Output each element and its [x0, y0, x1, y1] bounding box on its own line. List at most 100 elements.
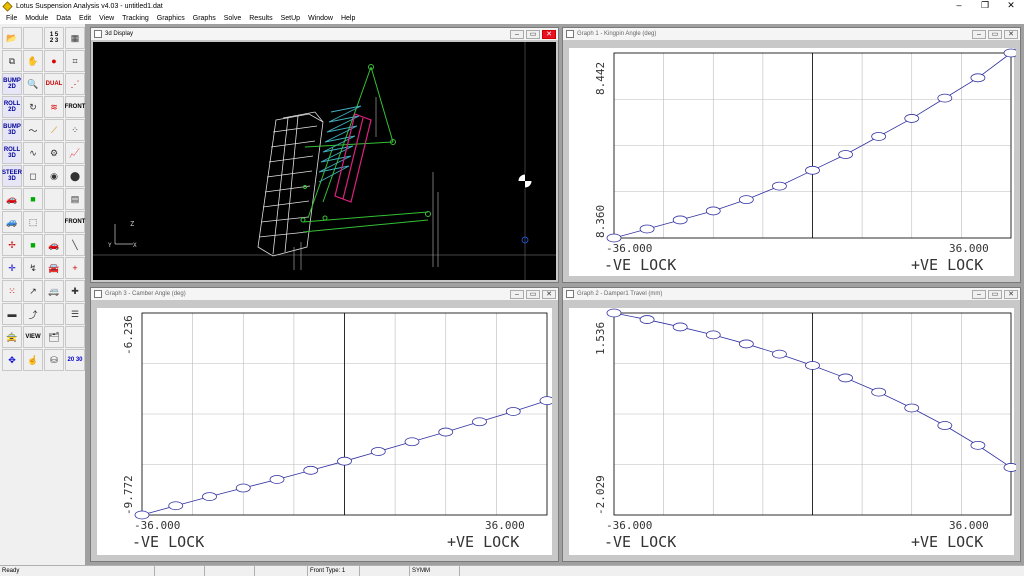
front-view-button[interactable]: FRONT [65, 96, 85, 118]
front-car-button[interactable]: FRONT [65, 211, 85, 233]
steer-3d-button[interactable]: STEER 3D [2, 165, 22, 187]
car-front-icon[interactable]: 🚖 [2, 326, 22, 348]
menu-results[interactable]: Results [245, 15, 276, 22]
data-point [672, 215, 688, 225]
menu-graphs[interactable]: Graphs [189, 15, 220, 22]
blank-tool[interactable] [23, 27, 43, 49]
outline-cube-icon[interactable]: ⬚ [23, 211, 43, 233]
bump-3d-button[interactable]: BUMP 3D [2, 119, 22, 141]
tank-icon[interactable]: ▬ [2, 303, 22, 325]
menu-view[interactable]: View [95, 15, 118, 22]
child-close-button[interactable]: ✕ [542, 29, 556, 39]
close-button[interactable]: ✕ [998, 0, 1024, 12]
cube-icon[interactable]: ◻ [23, 165, 43, 187]
display-3d-window[interactable]: 3d Display – ▭ ✕ Z Y X [90, 27, 559, 283]
graph-2-window[interactable]: Graph 2 - Damper1 Travel (mm) – ▭ ✕ -36.… [562, 287, 1021, 562]
view-2030-button[interactable]: 20 30 [65, 349, 85, 371]
scatter-icon[interactable]: ⁘ [65, 119, 85, 141]
view-button[interactable]: VIEW [23, 326, 43, 348]
menu-data[interactable]: Data [52, 15, 75, 22]
menu-help[interactable]: Help [337, 15, 359, 22]
menu-module[interactable]: Module [21, 15, 52, 22]
report-icon[interactable]: ☰ [65, 303, 85, 325]
bump-2d-button[interactable]: BUMP 2D [2, 73, 22, 95]
wheel-icon[interactable]: ⚙ [44, 142, 64, 164]
arrows-icon[interactable]: ↯ [23, 257, 43, 279]
move-arrows-icon[interactable]: ✥ [2, 349, 22, 371]
menu-tracking[interactable]: Tracking [118, 15, 153, 22]
damper-icon[interactable]: ⟋ [44, 119, 64, 141]
chart-icon[interactable]: 📈 [65, 142, 85, 164]
child-maximize-button[interactable]: ▭ [526, 29, 540, 39]
data-point [937, 93, 953, 103]
display-3d-canvas[interactable]: Z Y X [93, 42, 556, 280]
grid-image-icon[interactable]: ▦ [65, 27, 85, 49]
menu-window[interactable]: Window [304, 15, 337, 22]
arrow-z-icon[interactable]: ↗ [23, 280, 43, 302]
hand-point-icon[interactable]: ☝ [23, 349, 43, 371]
graph-2-title: Graph 2 - Damper1 Travel (mm) [577, 291, 663, 297]
dotted-curve-icon[interactable]: ⋰ [65, 73, 85, 95]
car-drive-icon[interactable]: 🚘 [44, 257, 64, 279]
spring-icon[interactable]: ≋ [44, 96, 64, 118]
axes-icon[interactable]: ✢ [2, 234, 22, 256]
dots-icon[interactable]: ⁙ [2, 280, 22, 302]
roll-3d-button[interactable]: ROLL 3D [2, 142, 22, 164]
child-minimize-button[interactable]: – [510, 29, 524, 39]
zoom-icon[interactable]: 🔍 [23, 73, 43, 95]
graph-1-window[interactable]: Graph 1 - Kingpin Angle (deg) – ▭ ✕ -36.… [562, 27, 1021, 283]
book-icon[interactable]: ▤ [65, 188, 85, 210]
open-folder-icon[interactable]: 📂 [2, 27, 22, 49]
child-close-button[interactable]: ✕ [1004, 289, 1018, 299]
green-cube-icon[interactable]: ■ [23, 188, 43, 210]
arrow-y-icon[interactable]: ⤴ [23, 303, 43, 325]
child-minimize-button[interactable]: – [972, 29, 986, 39]
minimize-button[interactable]: – [946, 0, 972, 12]
menu-setup[interactable]: SetUp [277, 15, 304, 22]
blank-tool-2[interactable] [44, 188, 64, 210]
child-maximize-button[interactable]: ▭ [526, 289, 540, 299]
child-minimize-button[interactable]: – [972, 289, 986, 299]
pan-hand-icon[interactable]: ✋ [23, 50, 43, 72]
blank-tool-5[interactable] [65, 326, 85, 348]
layers-icon[interactable]: 🗂 [44, 326, 64, 348]
blank-tool-4[interactable] [44, 303, 64, 325]
child-maximize-button[interactable]: ▭ [988, 29, 1002, 39]
rotate-icon[interactable]: ↻ [23, 96, 43, 118]
child-minimize-button[interactable]: – [510, 289, 524, 299]
crosshair-icon[interactable]: ✛ [2, 257, 22, 279]
child-close-button[interactable]: ✕ [542, 289, 556, 299]
tyre-icon[interactable]: ◉ [44, 165, 64, 187]
center-of-gravity-icon[interactable] [517, 173, 533, 189]
roll-2d-button[interactable]: ROLL 2D [2, 96, 22, 118]
graph-3-plot[interactable]: -36.000 36.000 -6.236 -9.772 -VE LOCK +VE LOC… [97, 308, 555, 555]
graph-3-window[interactable]: Graph 3 - Camber Angle (deg) – ▭ ✕ -36.0… [90, 287, 559, 562]
menu-file[interactable]: File [2, 15, 21, 22]
green-cube-2-icon[interactable]: ■ [23, 234, 43, 256]
menu-solve[interactable]: Solve [220, 15, 246, 22]
car-outline-icon[interactable]: 🚐 [44, 280, 64, 302]
plus-icon[interactable]: ✚ [65, 280, 85, 302]
red-dot-icon[interactable]: ● [44, 50, 64, 72]
maximize-button[interactable]: ❐ [972, 0, 998, 12]
dual-icon[interactable]: DUAL [44, 73, 64, 95]
axis-red-icon[interactable]: + [65, 257, 85, 279]
db-icon[interactable]: ⛁ [44, 349, 64, 371]
curve-icon[interactable]: 〜 [23, 119, 43, 141]
graph-1-plot[interactable]: -36.000 36.000 8.442 8.360 -VE LOCK +VE LOCK [569, 48, 1019, 276]
blank-tool-3[interactable] [44, 211, 64, 233]
car-icon[interactable]: 🚗 [2, 188, 22, 210]
line-icon[interactable]: ╲ [65, 234, 85, 256]
menu-graphics[interactable]: Graphics [153, 15, 189, 22]
car-side-icon[interactable]: 🚙 [2, 211, 22, 233]
graph-icon[interactable]: ⌗ [65, 50, 85, 72]
wave-icon[interactable]: ∿ [23, 142, 43, 164]
child-close-button[interactable]: ✕ [1004, 29, 1018, 39]
numbers-icon[interactable]: 1 52 3 [44, 27, 64, 49]
copy-icon[interactable]: ⧉ [2, 50, 22, 72]
menu-edit[interactable]: Edit [75, 15, 95, 22]
child-maximize-button[interactable]: ▭ [988, 289, 1002, 299]
tyre-dark-icon[interactable]: ⬤ [65, 165, 85, 187]
car-red-icon[interactable]: 🚗 [44, 234, 64, 256]
graph-2-plot[interactable]: -36.000 36.000 1.536 -2.029 -VE LOCK +VE LOCK [569, 308, 1019, 555]
